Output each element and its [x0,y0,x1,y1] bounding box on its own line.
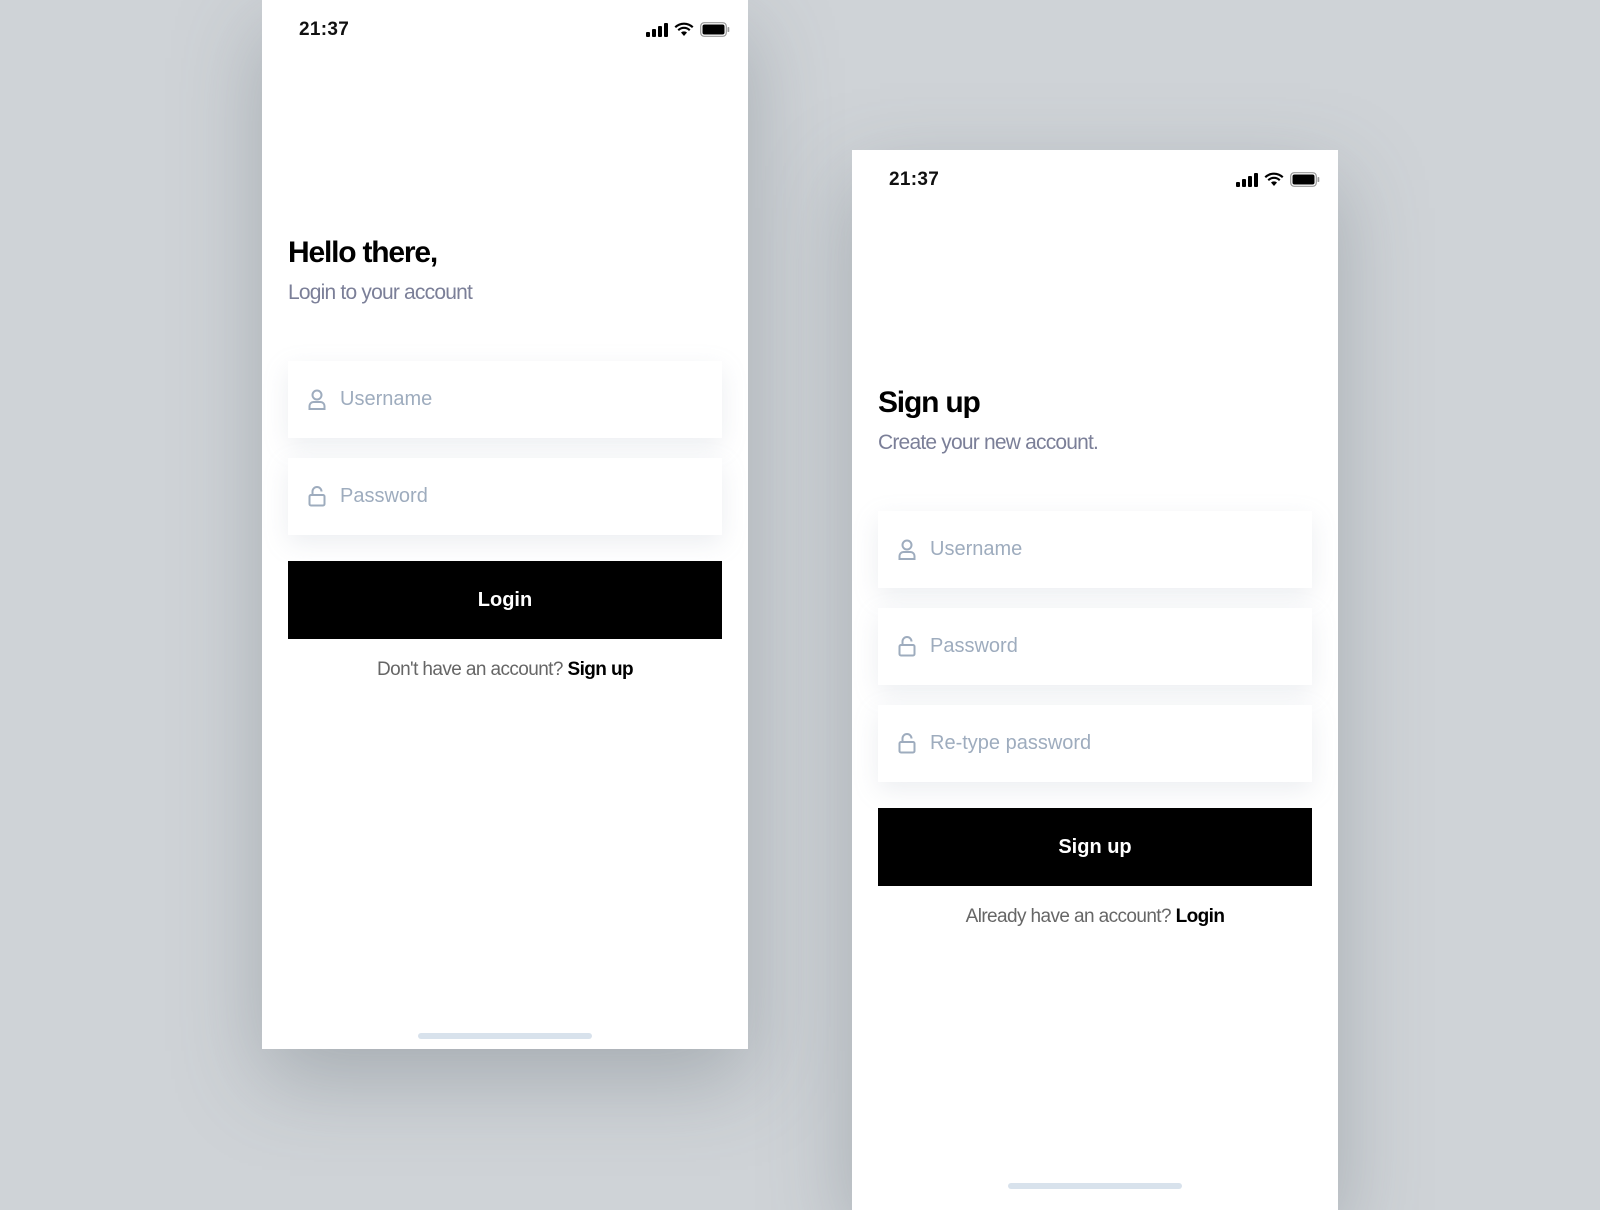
home-indicator[interactable] [418,1033,592,1039]
password-field[interactable] [878,608,1312,685]
signup-link[interactable]: Sign up [568,659,634,680]
lock-icon [898,636,916,657]
retype-password-field[interactable] [878,705,1312,782]
username-field[interactable] [878,511,1312,588]
page-title: Sign up [878,386,981,419]
username-input[interactable] [338,387,702,412]
status-time: 21:37 [889,169,940,190]
lock-icon [308,486,326,507]
wifi-icon [1264,172,1284,186]
login-prompt: Already have an account? Login [852,906,1338,928]
page-subtitle: Login to your account [288,281,473,304]
login-link[interactable]: Login [1176,906,1225,927]
signal-icon [1236,172,1258,187]
username-input[interactable] [928,537,1292,562]
page-subtitle: Create your new account. [878,431,1099,454]
battery-icon [700,22,730,37]
battery-icon [1290,172,1320,187]
password-input[interactable] [338,484,702,509]
login-prompt-text: Already have an account? [965,906,1172,927]
status-time: 21:37 [299,19,350,40]
signup-prompt: Don't have an account? Sign up [262,659,748,681]
page-title: Hello there, [288,236,438,269]
home-indicator[interactable] [1008,1183,1182,1189]
signup-screen: 21:37 Sign up Create your new account. S… [852,150,1338,1210]
retype-password-input[interactable] [928,731,1292,756]
username-field[interactable] [288,361,722,438]
status-icons [646,22,730,37]
user-icon [308,389,326,410]
signup-button[interactable]: Sign up [878,808,1312,886]
status-icons [1236,172,1320,187]
login-button[interactable]: Login [288,561,722,639]
wifi-icon [674,22,694,36]
password-field[interactable] [288,458,722,535]
signup-prompt-text: Don't have an account? [376,659,563,680]
signal-icon [646,22,668,37]
user-icon [898,539,916,560]
login-screen: 21:37 Hello there, Login to your account… [262,0,748,1049]
password-input[interactable] [928,634,1292,659]
lock-icon [898,733,916,754]
